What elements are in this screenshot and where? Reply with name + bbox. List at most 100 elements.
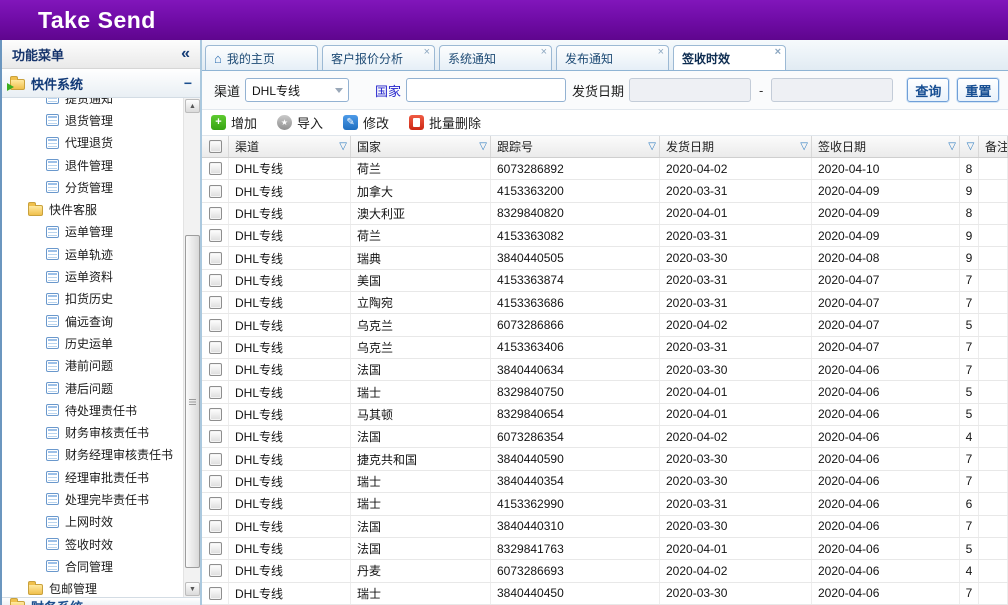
row-checkbox[interactable] bbox=[209, 497, 222, 510]
column-header-2[interactable]: 跟踪号▽ bbox=[491, 136, 660, 157]
sidebar-item-16[interactable]: 财务经理审核责任书 bbox=[2, 444, 183, 466]
close-icon[interactable]: × bbox=[775, 47, 781, 58]
table-row[interactable]: DHL专线乌克兰41533634062020-03-312020-04-077 bbox=[202, 337, 1008, 359]
filter-triangle-icon[interactable]: ▽ bbox=[479, 142, 487, 152]
table-row[interactable]: DHL专线瑞士41533629902020-03-312020-04-066 bbox=[202, 493, 1008, 515]
date-to-input[interactable] bbox=[771, 78, 893, 102]
row-checkbox[interactable] bbox=[209, 341, 222, 354]
sidebar-item-17[interactable]: 经理审批责任书 bbox=[2, 466, 183, 488]
sidebar-item-7[interactable]: 运单轨迹 bbox=[2, 243, 183, 265]
table-row[interactable]: DHL专线立陶宛41533636862020-03-312020-04-077 bbox=[202, 292, 1008, 314]
row-checkbox[interactable] bbox=[209, 319, 222, 332]
sidebar-item-14[interactable]: 待处理责任书 bbox=[2, 399, 183, 421]
accordion-collapse-icon[interactable]: − bbox=[184, 75, 192, 91]
row-checkbox[interactable] bbox=[209, 453, 222, 466]
sidebar-item-8[interactable]: 运单资料 bbox=[2, 265, 183, 287]
sidebar-item-6[interactable]: 运单管理 bbox=[2, 221, 183, 243]
sidebar-scrollbar[interactable]: ▲ ▼ bbox=[183, 98, 200, 597]
row-checkbox[interactable] bbox=[209, 363, 222, 376]
row-checkbox[interactable] bbox=[209, 430, 222, 443]
table-row[interactable]: DHL专线加拿大41533632002020-03-312020-04-099 bbox=[202, 180, 1008, 202]
country-input[interactable] bbox=[406, 78, 566, 102]
sidebar-item-3[interactable]: 退件管理 bbox=[2, 154, 183, 176]
row-checkbox[interactable] bbox=[209, 564, 222, 577]
tab-1[interactable]: 客户报价分析× bbox=[322, 45, 435, 70]
row-checkbox[interactable] bbox=[209, 386, 222, 399]
sidebar-item-10[interactable]: 偏远查询 bbox=[2, 310, 183, 332]
table-row[interactable]: DHL专线瑞典38404405052020-03-302020-04-089 bbox=[202, 247, 1008, 269]
row-checkbox[interactable] bbox=[209, 185, 222, 198]
sidebar-item-21[interactable]: 合同管理 bbox=[2, 555, 183, 577]
row-checkbox[interactable] bbox=[209, 587, 222, 600]
filter-triangle-icon[interactable]: ▽ bbox=[967, 142, 975, 152]
close-icon[interactable]: × bbox=[424, 47, 430, 58]
scroll-up-icon[interactable]: ▲ bbox=[185, 99, 200, 113]
sidebar-item-20[interactable]: 签收时效 bbox=[2, 533, 183, 555]
row-checkbox[interactable] bbox=[209, 520, 222, 533]
sidebar-item-1[interactable]: 退货管理 bbox=[2, 109, 183, 131]
table-row[interactable]: DHL专线捷克共和国38404405902020-03-302020-04-06… bbox=[202, 448, 1008, 470]
sidebar-item-22[interactable]: 包邮管理 bbox=[2, 578, 183, 597]
column-header-5[interactable]: ▽ bbox=[960, 136, 979, 157]
toolbar-button-2[interactable]: ✎修改 bbox=[343, 113, 389, 132]
filter-triangle-icon[interactable]: ▽ bbox=[648, 142, 656, 152]
tab-3[interactable]: 发布通知× bbox=[556, 45, 669, 70]
date-from-input[interactable] bbox=[629, 78, 751, 102]
column-header-1[interactable]: 国家▽ bbox=[351, 136, 491, 157]
table-row[interactable]: DHL专线法国83298417632020-04-012020-04-065 bbox=[202, 538, 1008, 560]
table-row[interactable]: DHL专线美国41533638742020-03-312020-04-077 bbox=[202, 270, 1008, 292]
sidebar-item-11[interactable]: 历史运单 bbox=[2, 332, 183, 354]
scrollbar-thumb[interactable] bbox=[185, 235, 200, 568]
sidebar-item-12[interactable]: 港前问题 bbox=[2, 355, 183, 377]
sidebar-item-4[interactable]: 分货管理 bbox=[2, 176, 183, 198]
row-checkbox[interactable] bbox=[209, 207, 222, 220]
close-icon[interactable]: × bbox=[541, 47, 547, 58]
sidebar-item-2[interactable]: 代理退货 bbox=[2, 132, 183, 154]
row-checkbox[interactable] bbox=[209, 274, 222, 287]
row-checkbox[interactable] bbox=[209, 162, 222, 175]
accordion-header-express-system[interactable]: 快件系统 − bbox=[2, 69, 200, 98]
reset-button[interactable]: 重置 bbox=[957, 78, 999, 102]
table-row[interactable]: DHL专线法国38404406342020-03-302020-04-067 bbox=[202, 359, 1008, 381]
search-button[interactable]: 查询 bbox=[907, 78, 949, 102]
sidebar-item-19[interactable]: 上网时效 bbox=[2, 511, 183, 533]
row-checkbox[interactable] bbox=[209, 475, 222, 488]
table-row[interactable]: DHL专线瑞士38404403542020-03-302020-04-067 bbox=[202, 471, 1008, 493]
column-header-6[interactable]: 备注 bbox=[979, 136, 1008, 157]
sidebar-collapse-icon[interactable]: « bbox=[181, 46, 190, 62]
column-header-0[interactable]: 渠道▽ bbox=[229, 136, 351, 157]
row-checkbox[interactable] bbox=[209, 296, 222, 309]
sidebar-item-13[interactable]: 港后问题 bbox=[2, 377, 183, 399]
table-row[interactable]: DHL专线澳大利亚83298408202020-04-012020-04-098 bbox=[202, 203, 1008, 225]
row-checkbox[interactable] bbox=[209, 408, 222, 421]
select-all-checkbox[interactable] bbox=[209, 140, 222, 153]
row-checkbox[interactable] bbox=[209, 229, 222, 242]
table-row[interactable]: DHL专线荷兰60732868922020-04-022020-04-108 bbox=[202, 158, 1008, 180]
table-row[interactable]: DHL专线丹麦60732866932020-04-022020-04-064 bbox=[202, 560, 1008, 582]
sidebar-item-9[interactable]: 扣货历史 bbox=[2, 288, 183, 310]
table-row[interactable]: DHL专线法国38404403102020-03-302020-04-067 bbox=[202, 516, 1008, 538]
sidebar-item-0[interactable]: 提货通知 bbox=[2, 98, 183, 109]
row-checkbox[interactable] bbox=[209, 542, 222, 555]
row-checkbox[interactable] bbox=[209, 252, 222, 265]
sidebar-item-15[interactable]: 财务审核责任书 bbox=[2, 421, 183, 443]
scroll-down-icon[interactable]: ▼ bbox=[185, 582, 200, 596]
table-row[interactable]: DHL专线瑞士38404404502020-03-302020-04-067 bbox=[202, 583, 1008, 605]
filter-triangle-icon[interactable]: ▽ bbox=[800, 142, 808, 152]
filter-triangle-icon[interactable]: ▽ bbox=[948, 142, 956, 152]
tab-2[interactable]: 系统通知× bbox=[439, 45, 552, 70]
toolbar-button-0[interactable]: +增加 bbox=[211, 113, 257, 132]
column-header-4[interactable]: 签收日期▽ bbox=[812, 136, 960, 157]
toolbar-button-3[interactable]: 批量删除 bbox=[409, 113, 481, 132]
accordion-header-finance-system[interactable]: 财务系统 bbox=[2, 597, 200, 605]
channel-select[interactable]: DHL专线 bbox=[245, 78, 349, 102]
close-icon[interactable]: × bbox=[658, 47, 664, 58]
tab-4[interactable]: 签收时效× bbox=[673, 45, 786, 70]
table-row[interactable]: DHL专线荷兰41533630822020-03-312020-04-099 bbox=[202, 225, 1008, 247]
toolbar-button-1[interactable]: ★导入 bbox=[277, 113, 323, 132]
filter-triangle-icon[interactable]: ▽ bbox=[339, 142, 347, 152]
sidebar-item-5[interactable]: 快件客服 bbox=[2, 198, 183, 220]
table-row[interactable]: DHL专线马其顿83298406542020-04-012020-04-065 bbox=[202, 404, 1008, 426]
table-row[interactable]: DHL专线瑞士83298407502020-04-012020-04-065 bbox=[202, 381, 1008, 403]
table-row[interactable]: DHL专线乌克兰60732868662020-04-022020-04-075 bbox=[202, 314, 1008, 336]
